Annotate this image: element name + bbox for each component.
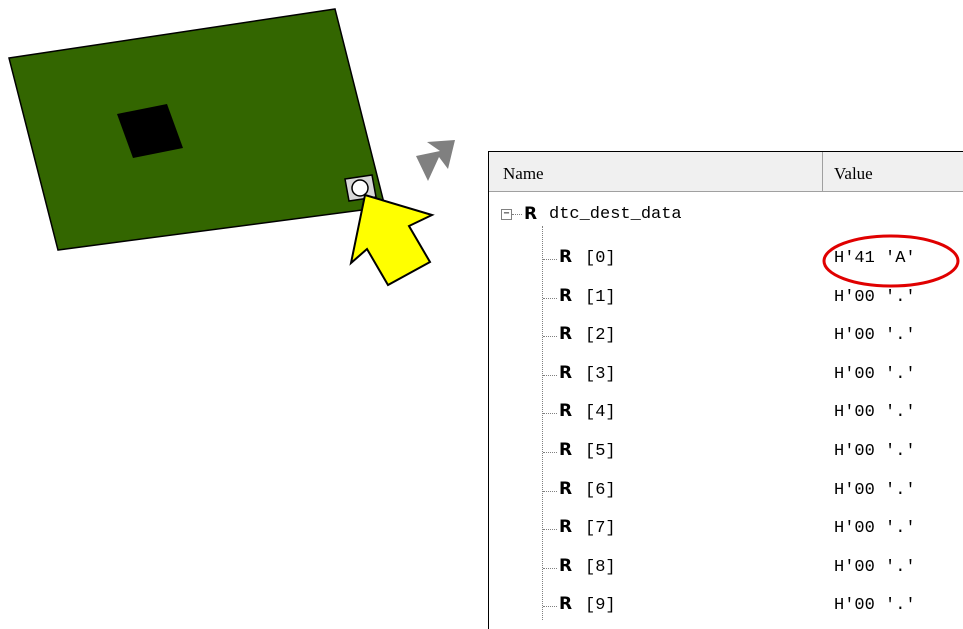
array-element-value[interactable]: H'00 '.' xyxy=(834,481,916,500)
root-variable-name[interactable]: dtc_dest_data xyxy=(549,205,682,224)
r-icon: R xyxy=(559,324,573,345)
tree-connector xyxy=(543,336,557,338)
r-icon: R xyxy=(559,555,573,576)
r-icon: R xyxy=(559,285,573,306)
array-element-name[interactable]: [4] xyxy=(585,403,616,422)
array-element-name[interactable]: [2] xyxy=(585,326,616,345)
r-icon: R xyxy=(524,204,538,224)
array-element-value[interactable]: H'00 '.' xyxy=(834,403,916,422)
array-element-value[interactable]: H'00 '.' xyxy=(834,442,916,461)
array-element-name[interactable]: [3] xyxy=(585,365,616,384)
array-element-name[interactable]: [8] xyxy=(585,558,616,577)
board-body xyxy=(8,8,386,251)
r-icon: R xyxy=(559,362,573,383)
array-element-name[interactable]: [6] xyxy=(585,481,616,500)
array-element-value[interactable]: H'00 '.' xyxy=(834,326,916,345)
switch-button xyxy=(351,179,369,197)
pointer-arrow-icon xyxy=(349,193,435,287)
array-element-value[interactable]: H'00 '.' xyxy=(834,558,916,577)
gray-arrow-icon xyxy=(416,140,455,181)
r-icon: R xyxy=(559,440,573,460)
array-element-value[interactable]: H'00 '.' xyxy=(834,519,916,538)
tree-connector xyxy=(543,413,557,415)
column-header-name[interactable]: Name xyxy=(489,152,823,192)
array-element-value[interactable]: H'00 '.' xyxy=(834,596,916,615)
tree-connector xyxy=(543,606,557,608)
tree-connector xyxy=(543,259,557,260)
column-header-value[interactable]: Value xyxy=(823,152,963,192)
tree-connector xyxy=(512,214,522,215)
tree-guide-line xyxy=(542,226,543,620)
array-element-name[interactable]: [9] xyxy=(585,596,616,615)
r-icon: R xyxy=(559,247,573,267)
tree-connector xyxy=(543,529,557,531)
tree-connector xyxy=(543,567,557,569)
r-icon: R xyxy=(559,478,573,499)
array-element-value[interactable]: H'00 '.' xyxy=(834,365,916,384)
tree-connector xyxy=(543,374,557,376)
array-element-name[interactable]: [1] xyxy=(585,288,616,307)
array-element-name[interactable]: [0] xyxy=(585,249,616,268)
array-element-name[interactable]: [7] xyxy=(585,519,616,538)
tree-connector xyxy=(543,490,557,492)
circuit-board xyxy=(8,8,386,251)
tree-connector xyxy=(543,452,557,453)
watch-panel: Name Value − R dtc_dest_data R [0] H'41 'A… xyxy=(488,151,963,629)
r-icon: R xyxy=(559,517,573,538)
array-element-name[interactable]: [5] xyxy=(585,442,616,461)
collapse-toggle[interactable]: − xyxy=(501,209,512,220)
highlight-circle xyxy=(822,234,960,288)
r-icon: R xyxy=(559,401,573,422)
tree-connector xyxy=(543,297,557,299)
r-icon: R xyxy=(559,594,573,615)
